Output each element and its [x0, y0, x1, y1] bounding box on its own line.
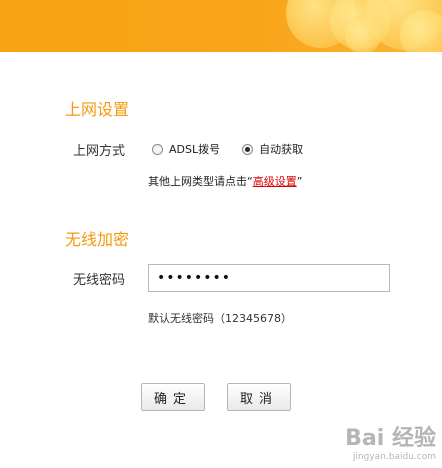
connection-mode-options: ADSL拨号 自动获取: [152, 141, 303, 157]
cancel-button[interactable]: 取消: [227, 383, 291, 411]
hint-prefix: 其他上网类型请点击“: [148, 175, 253, 188]
watermark-logo: Bai 经验: [345, 426, 436, 451]
confirm-button[interactable]: 确定: [141, 383, 205, 411]
wireless-password-input[interactable]: [148, 264, 390, 292]
hint-suffix: ”: [296, 175, 303, 188]
wireless-password-label: 无线密码: [73, 273, 126, 288]
radio-auto-indicator[interactable]: [242, 143, 254, 155]
wireless-encryption-title: 无线加密: [65, 230, 130, 249]
advanced-settings-link[interactable]: 高级设置: [253, 175, 297, 188]
default-password-note: 默认无线密码（12345678）: [148, 312, 292, 325]
header-banner: [0, 0, 442, 52]
watermark-url: jingyan.baidu.com: [352, 452, 436, 462]
baidu-watermark: Bai 经验 jingyan.baidu.com: [345, 420, 436, 462]
radio-adsl-indicator[interactable]: [152, 143, 163, 155]
advanced-hint: 其他上网类型请点击“高级设置”: [148, 173, 302, 189]
radio-auto[interactable]: 自动获取: [242, 141, 303, 157]
radio-adsl-label: ADSL拨号: [169, 143, 221, 156]
decorative-bubble: [345, 18, 381, 52]
radio-auto-label: 自动获取: [259, 143, 304, 156]
radio-adsl[interactable]: ADSL拨号: [152, 141, 220, 157]
connection-mode-label: 上网方式: [73, 144, 126, 159]
internet-settings-title: 上网设置: [65, 100, 130, 119]
